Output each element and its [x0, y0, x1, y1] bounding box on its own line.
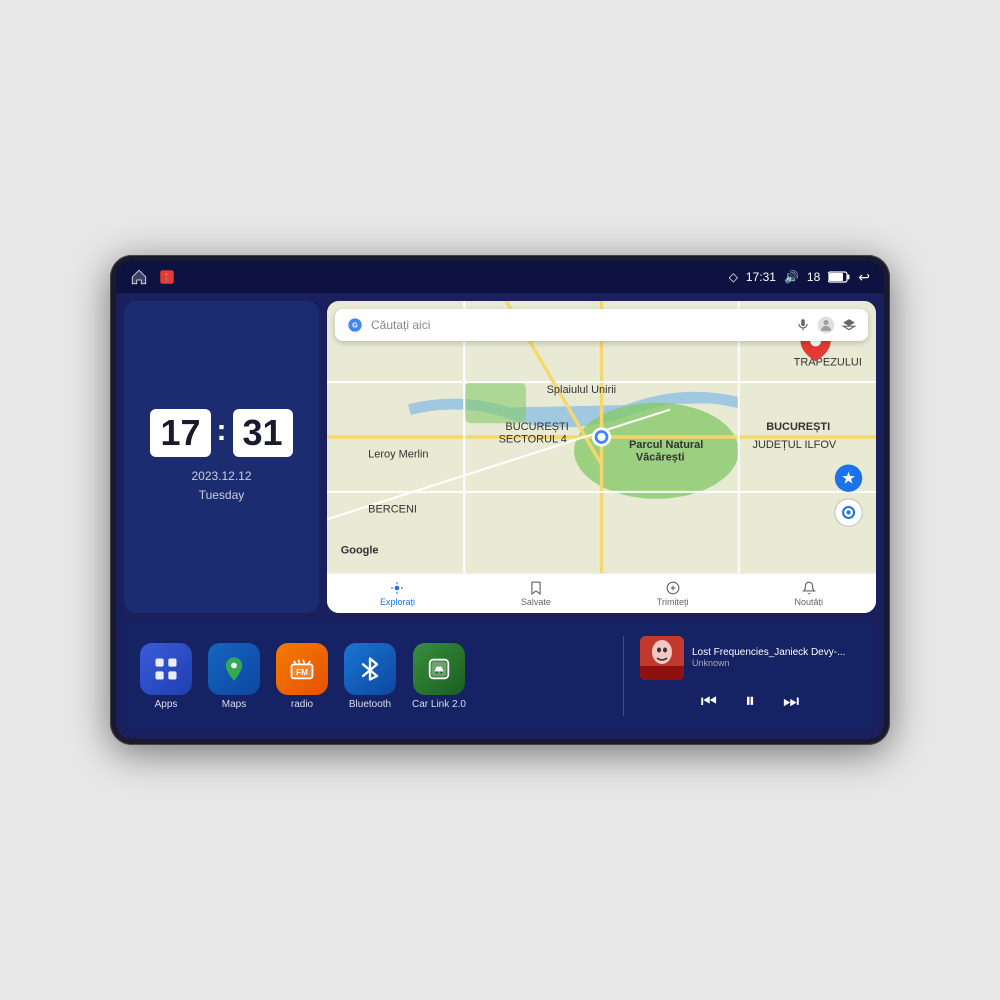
carlink-icon — [425, 655, 453, 683]
svg-text:📍: 📍 — [162, 272, 172, 282]
bluetooth-icon — [356, 655, 384, 683]
prev-button[interactable]: ⏮ — [697, 687, 721, 716]
svg-text:Google: Google — [341, 545, 379, 557]
app-item-radio[interactable]: FM radio — [276, 643, 328, 710]
app-label-radio: radio — [291, 699, 313, 710]
music-thumbnail — [640, 636, 684, 680]
back-icon[interactable]: ↩ — [858, 269, 870, 286]
svg-text:TRAPEZULUI: TRAPEZULUI — [794, 357, 862, 369]
home-icon[interactable] — [130, 268, 148, 286]
divider — [623, 636, 624, 716]
maps-nav-icon[interactable]: 📍 — [158, 268, 176, 286]
map-nav-send[interactable]: Trimiteți — [657, 581, 689, 607]
status-right: ◇ 17:31 🔊 18 ↩ — [729, 269, 870, 286]
play-pause-button[interactable]: ⏸ — [741, 686, 759, 717]
left-panel: 17 : 31 2023.12.12 Tuesday — [124, 301, 319, 613]
app-label-bluetooth: Bluetooth — [349, 699, 391, 710]
music-player: Lost Frequencies_Janieck Devy-... Unknow… — [640, 636, 860, 717]
music-info: Lost Frequencies_Janieck Devy-... Unknow… — [640, 636, 860, 680]
next-button[interactable]: ⏭ — [779, 687, 803, 716]
bottom-section: Apps Maps — [124, 621, 876, 731]
map-search-bar[interactable]: G Căutați aici — [335, 309, 868, 341]
clock-minute: 31 — [233, 409, 293, 457]
svg-text:G: G — [352, 321, 358, 330]
app-item-bluetooth[interactable]: Bluetooth — [344, 643, 396, 710]
app-label-maps: Maps — [222, 699, 246, 710]
car-display-device: 📍 ◇ 17:31 🔊 18 ↩ — [110, 255, 890, 745]
status-left: 📍 — [130, 268, 176, 286]
map-search-icons — [796, 315, 856, 335]
apps-icon — [152, 655, 180, 683]
music-controls: ⏮ ⏸ ⏭ — [640, 686, 860, 717]
clock-hour: 17 — [150, 409, 210, 457]
music-title: Lost Frequencies_Janieck Devy-... — [692, 647, 860, 658]
profile-icon[interactable] — [816, 315, 836, 335]
svg-text:JUDEȚUL ILFOV: JUDEȚUL ILFOV — [752, 439, 836, 451]
apps-row: Apps Maps — [140, 643, 607, 710]
radio-icon: FM — [288, 655, 316, 683]
app-item-apps[interactable]: Apps — [140, 643, 192, 710]
svg-text:BERCENI: BERCENI — [368, 503, 417, 515]
app-label-carlink: Car Link 2.0 — [412, 699, 466, 710]
map-background: Parcul Natural Văcărești BUCUREȘTI JUDEȚ… — [327, 301, 876, 573]
screen: 📍 ◇ 17:31 🔊 18 ↩ — [116, 261, 884, 739]
app-item-maps[interactable]: Maps — [208, 643, 260, 710]
map-nav-saved[interactable]: Salvate — [521, 581, 551, 607]
map-widget[interactable]: G Căutați aici — [327, 301, 876, 613]
map-search-placeholder[interactable]: Căutați aici — [371, 318, 788, 332]
app-label-apps: Apps — [155, 699, 178, 710]
maps-icon — [220, 655, 248, 683]
main-content: 17 : 31 2023.12.12 Tuesday — [116, 293, 884, 621]
status-bar: 📍 ◇ 17:31 🔊 18 ↩ — [116, 261, 884, 293]
location-icon: ◇ — [729, 270, 738, 284]
status-time: 17:31 — [746, 270, 776, 284]
svg-text:Parcul Natural: Parcul Natural — [629, 439, 703, 451]
battery-level: 18 — [807, 270, 820, 284]
music-text-info: Lost Frequencies_Janieck Devy-... Unknow… — [692, 647, 860, 668]
svg-text:BUCUREȘTI: BUCUREȘTI — [505, 421, 568, 433]
svg-text:BUCUREȘTI: BUCUREȘTI — [766, 421, 830, 433]
svg-text:★: ★ — [841, 470, 856, 488]
map-nav-news[interactable]: Noutăți — [795, 581, 824, 607]
battery-icon — [828, 271, 850, 283]
clock-widget: 17 : 31 2023.12.12 Tuesday — [124, 301, 319, 613]
volume-icon: 🔊 — [784, 270, 799, 284]
mic-icon[interactable] — [796, 318, 810, 332]
map-nav-explore[interactable]: Explorați — [380, 581, 415, 607]
right-panel: G Căutați aici — [327, 301, 876, 613]
clock-display: 17 : 31 — [150, 409, 292, 457]
svg-text:Văcărești: Văcărești — [636, 451, 685, 463]
maps-logo-icon: G — [347, 317, 363, 333]
music-thumb-art — [640, 636, 684, 680]
svg-text:SECTORUL 4: SECTORUL 4 — [499, 433, 567, 445]
clock-colon: : — [217, 414, 227, 448]
app-item-carlink[interactable]: Car Link 2.0 — [412, 643, 466, 710]
svg-text:Splaiulul Unirii: Splaiulul Unirii — [547, 384, 617, 396]
layers-icon[interactable] — [842, 318, 856, 332]
clock-date: 2023.12.12 Tuesday — [191, 467, 251, 505]
svg-text:FM: FM — [296, 667, 308, 676]
music-artist: Unknown — [692, 658, 860, 668]
map-bottom-nav: Explorați Salvate — [327, 573, 876, 613]
svg-text:Leroy Merlin: Leroy Merlin — [368, 449, 428, 461]
